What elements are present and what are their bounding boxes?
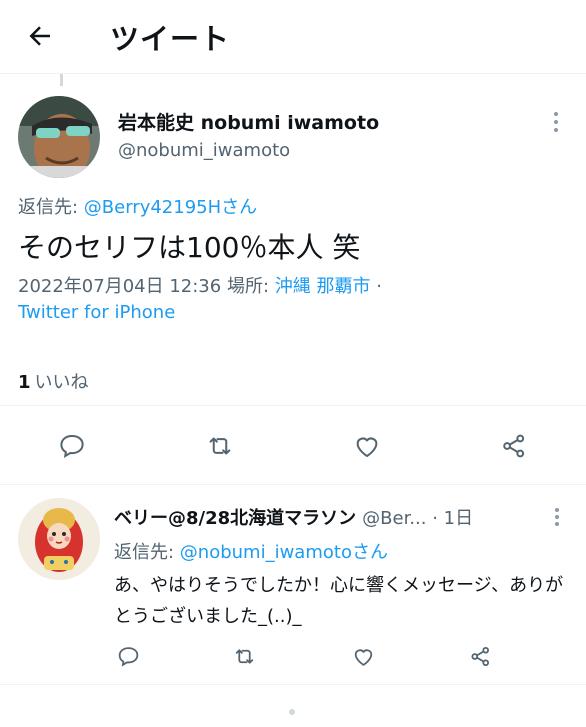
- reply-button[interactable]: [108, 636, 148, 676]
- heart-icon: [356, 437, 378, 457]
- author-name[interactable]: ベリー@8/28北海道マラソン: [114, 508, 356, 529]
- share-button[interactable]: [460, 636, 500, 676]
- app-header: ツイート: [0, 0, 586, 74]
- reply-icon: [118, 646, 138, 667]
- reply-to-line: 返信先: @nobumi_iwamotoさん: [114, 538, 388, 564]
- author-handle[interactable]: @nobumi_iwamoto: [118, 140, 290, 161]
- author-name[interactable]: 岩本能史 nobumi iwamoto: [118, 108, 379, 135]
- scroll-indicator: [289, 709, 295, 715]
- reply-prefix: 返信先:: [114, 542, 180, 563]
- avatar[interactable]: [18, 96, 100, 178]
- like-button[interactable]: [347, 426, 387, 466]
- tweet-action-bar: [0, 636, 586, 676]
- timestamp[interactable]: · 1日: [427, 508, 473, 529]
- retweet-icon: [235, 648, 253, 664]
- share-icon: [503, 434, 525, 458]
- likes-count[interactable]: 1 いいね: [18, 368, 89, 394]
- back-button[interactable]: [22, 18, 58, 54]
- reply-header: ベリー@8/28北海道マラソン @Ber... · 1日: [114, 504, 473, 530]
- tweet-text: あ、やはりそうでしたか！心に響くメッセージ、ありがとうございました_(..)_: [114, 575, 564, 627]
- divider: [0, 684, 586, 685]
- thread-line: [60, 74, 63, 86]
- reply-to-link[interactable]: @Berry42195Hさん: [84, 197, 257, 218]
- reply-prefix: 返信先:: [18, 197, 84, 218]
- tweet-metadata: 2022年07月04日 12:36 場所: 沖縄 那覇市 ·: [18, 272, 382, 298]
- tweet-text: そのセリフは100％本人 笑: [18, 231, 361, 264]
- reply-tweet[interactable]: ベリー@8/28北海道マラソン @Ber... · 1日 返信先: @nobumi…: [0, 486, 586, 682]
- more-options-icon[interactable]: [548, 110, 564, 134]
- share-button[interactable]: [494, 426, 534, 466]
- tweet-action-bar: [0, 420, 586, 476]
- heart-icon: [354, 648, 372, 666]
- author-handle[interactable]: @Ber...: [362, 508, 426, 529]
- location-link[interactable]: 沖縄 那覇市: [275, 276, 371, 297]
- arrow-left-icon: [29, 26, 50, 46]
- source-link[interactable]: Twitter for iPhone: [18, 302, 175, 323]
- retweet-button[interactable]: [200, 426, 240, 466]
- reply-to-line: 返信先: @Berry42195Hさん: [18, 193, 257, 219]
- reply-to-link[interactable]: @nobumi_iwamotoさん: [180, 542, 388, 563]
- like-button[interactable]: [343, 636, 383, 676]
- reply-button[interactable]: [52, 426, 92, 466]
- likes-label: いいね: [34, 372, 89, 393]
- retweet-icon: [209, 437, 231, 455]
- location-label: 場所:: [221, 276, 275, 297]
- timestamp[interactable]: 2022年07月04日 12:36: [18, 276, 221, 297]
- separator: ·: [370, 276, 382, 297]
- reply-icon: [60, 434, 84, 458]
- page-title: ツイート: [110, 22, 231, 56]
- likes-number: 1: [18, 372, 31, 393]
- share-icon: [470, 646, 489, 666]
- retweet-button[interactable]: [224, 636, 264, 676]
- divider: [0, 405, 586, 406]
- divider: [0, 484, 586, 485]
- more-options-icon[interactable]: [550, 506, 564, 528]
- avatar[interactable]: [18, 498, 100, 580]
